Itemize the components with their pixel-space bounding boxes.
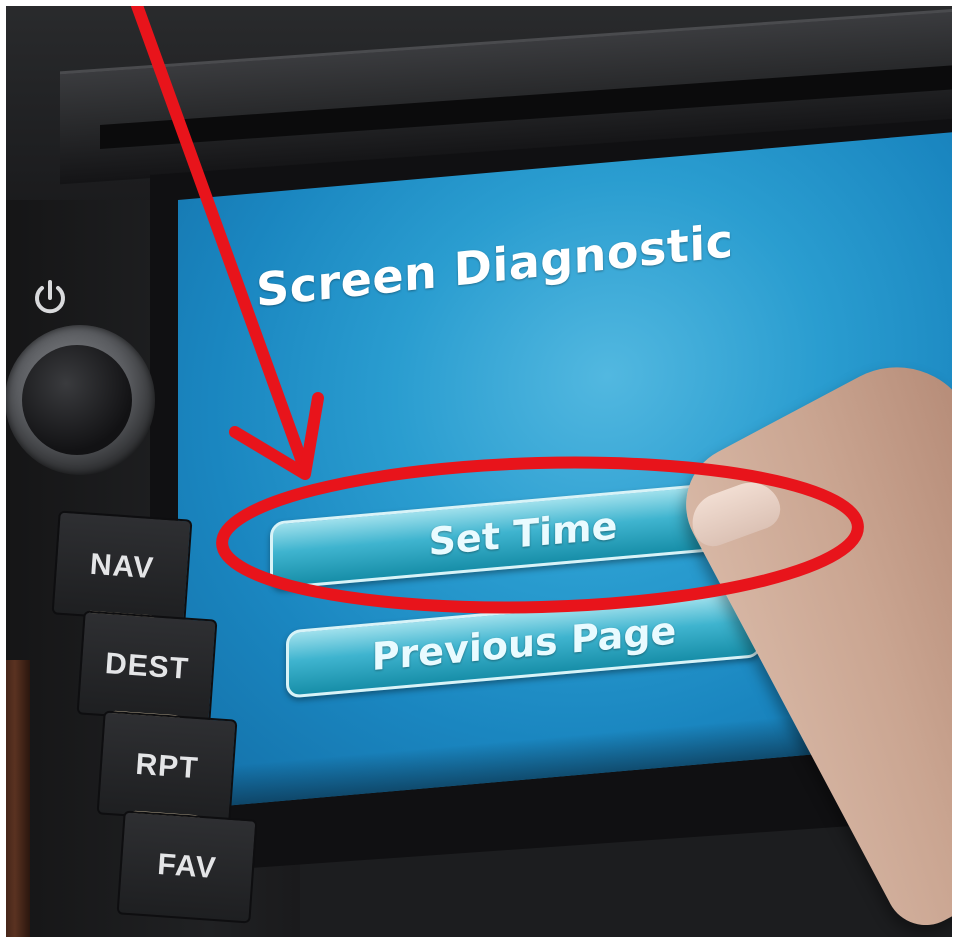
power-icon bbox=[35, 280, 65, 314]
rpt-button-label: RPT bbox=[134, 747, 200, 786]
infotainment-photo: Screen Diagnostic Set Time Previous Page… bbox=[0, 0, 958, 943]
fav-button[interactable]: FAV bbox=[116, 810, 258, 924]
dest-button-label: DEST bbox=[103, 647, 191, 686]
dest-button[interactable]: DEST bbox=[76, 610, 218, 726]
fav-button-label: FAV bbox=[156, 847, 218, 886]
previous-page-button[interactable]: Previous Page bbox=[286, 588, 762, 699]
wood-trim bbox=[0, 660, 30, 943]
nav-button-label: NAV bbox=[88, 547, 156, 586]
screen-title: Screen Diagnostic bbox=[255, 213, 734, 318]
nav-button[interactable]: NAV bbox=[51, 510, 193, 626]
volume-knob[interactable] bbox=[22, 345, 132, 455]
rpt-button[interactable]: RPT bbox=[96, 710, 238, 826]
